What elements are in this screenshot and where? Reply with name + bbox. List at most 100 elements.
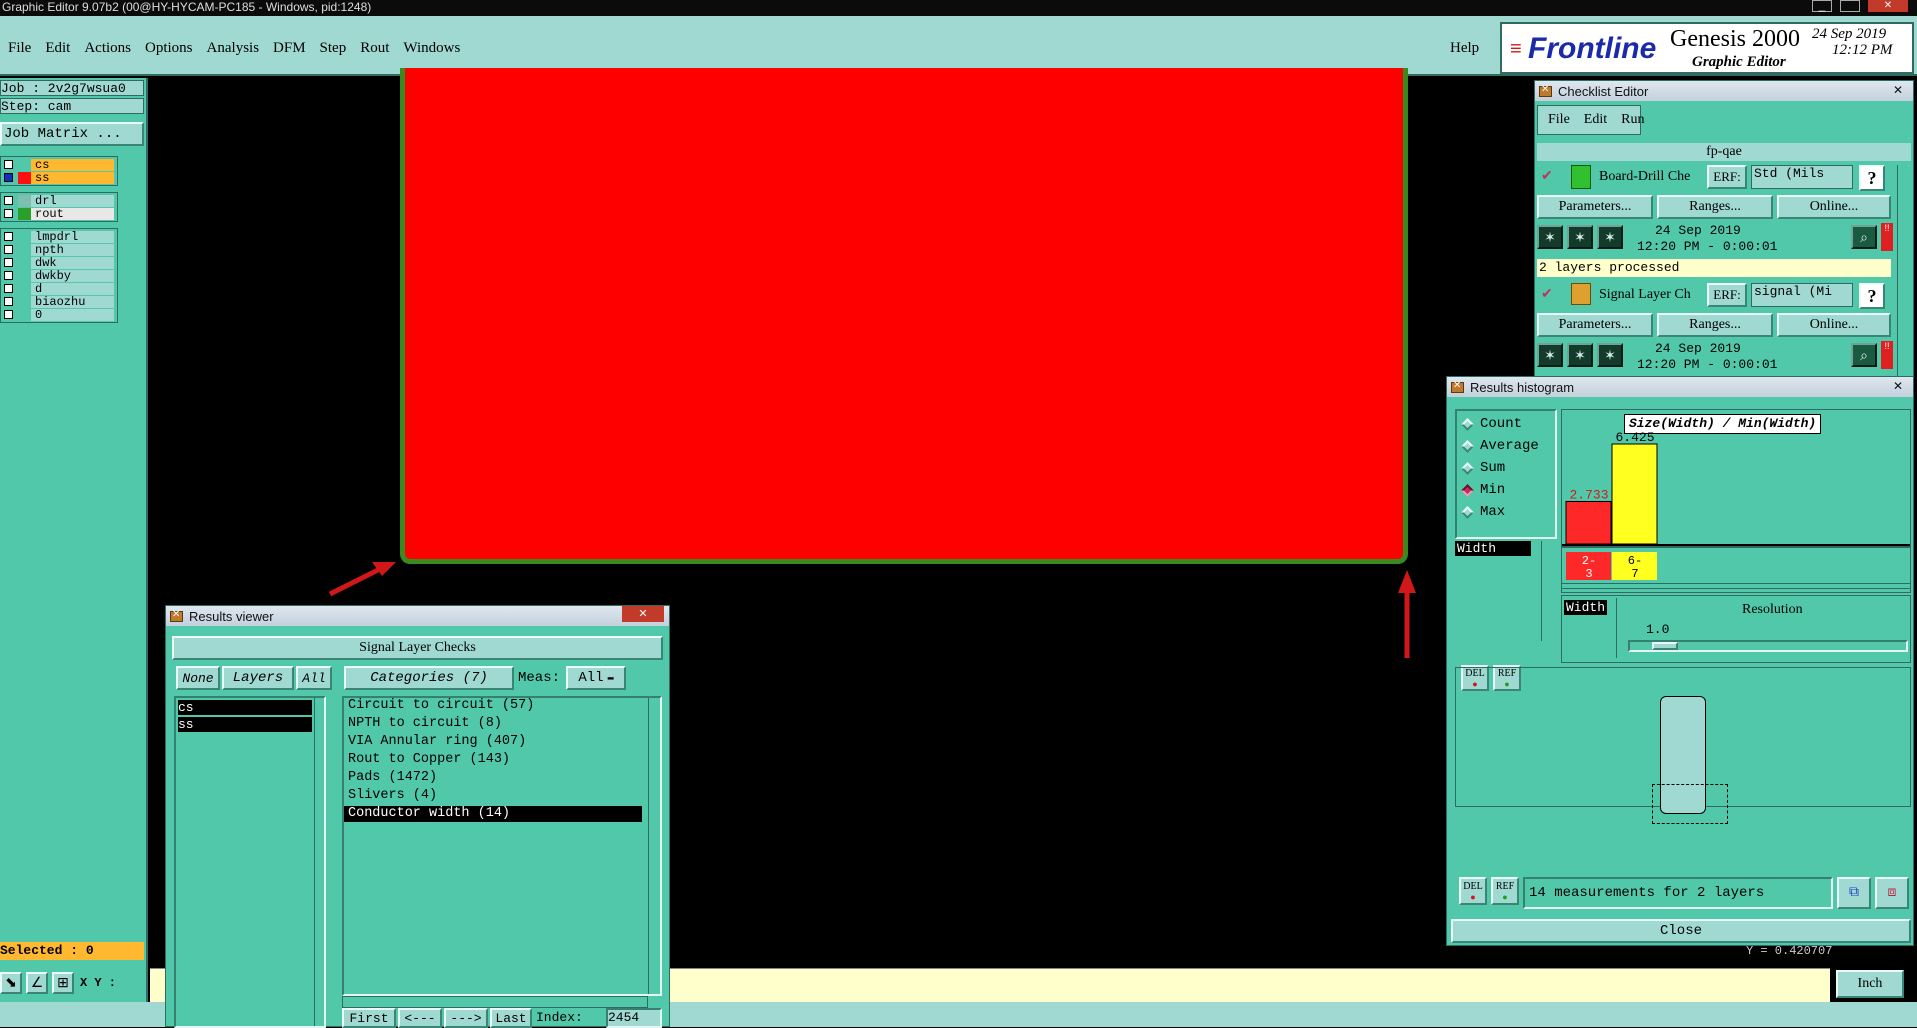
layer-list-scrollbar[interactable] (314, 698, 324, 1026)
histogram-bar[interactable] (1611, 443, 1658, 545)
attribute-list-scrollbar[interactable] (1541, 541, 1553, 641)
category-hscrollbar[interactable] (342, 996, 648, 1008)
run-step-icon[interactable]: ✶ (1567, 343, 1593, 367)
categories-button[interactable]: Categories (7) (344, 666, 514, 690)
checklist-close-icon[interactable]: ✕ (1893, 83, 1903, 97)
close-button[interactable]: Close (1451, 919, 1911, 943)
layer-checkbox[interactable] (4, 284, 13, 293)
layer-checkbox[interactable] (4, 160, 13, 169)
all-layers-button[interactable]: All (296, 666, 332, 690)
zoom-results-icon[interactable]: ⌕ (1851, 343, 1877, 367)
meas-dropdown[interactable]: All ▬ (566, 666, 626, 690)
menu-actions[interactable]: Actions (84, 40, 131, 57)
option-min[interactable]: Min (1457, 479, 1555, 501)
erf-button[interactable]: ERF: (1707, 165, 1747, 189)
attribute-list[interactable]: Width (1455, 541, 1539, 641)
layer-row[interactable]: d (1, 282, 117, 295)
zoom-results-icon[interactable]: ⌕ (1851, 225, 1877, 249)
radio-icon[interactable] (1461, 505, 1474, 519)
check-name[interactable]: Signal Layer Ch (1599, 287, 1691, 303)
category-item[interactable]: VIA Annular ring (407) (344, 734, 660, 752)
layer-checkbox[interactable] (4, 232, 13, 241)
index-input[interactable]: 2454 (606, 1008, 662, 1028)
next-button[interactable]: ---> (444, 1008, 488, 1028)
category-item[interactable]: Pads (1472) (344, 770, 660, 788)
menu-rout[interactable]: Rout (360, 40, 389, 57)
last-button[interactable]: Last (490, 1008, 532, 1028)
radio-icon[interactable] (1461, 461, 1474, 475)
menu-dfm[interactable]: DFM (273, 40, 306, 57)
option-count[interactable]: Count (1457, 413, 1555, 435)
layer-checkbox[interactable] (4, 271, 13, 280)
ref-icon[interactable]: REF ● (1491, 877, 1519, 905)
run-layer-icon[interactable]: ✶ (1597, 343, 1623, 367)
layer-row[interactable]: biaozhu (1, 295, 117, 308)
category-item[interactable]: Circuit to circuit (57) (344, 698, 660, 716)
parameters-button[interactable]: Parameters... (1537, 313, 1653, 337)
menu-edit[interactable]: Edit (45, 40, 70, 57)
layers-button[interactable]: Layers (222, 666, 294, 690)
checklist-scrollbar[interactable] (1897, 165, 1911, 379)
none-button[interactable]: None (176, 666, 220, 690)
resolution-slider[interactable] (1628, 640, 1908, 652)
layer-result-item[interactable]: ss (178, 717, 312, 732)
radio-icon[interactable] (1461, 417, 1474, 431)
minimize-icon[interactable]: _ (1812, 0, 1832, 12)
help-button[interactable]: ? (1859, 283, 1885, 309)
swap-results-icon[interactable]: ⧈ (1875, 877, 1909, 909)
menu-file[interactable]: File (8, 40, 31, 57)
layer-checkbox[interactable] (4, 258, 13, 267)
first-button[interactable]: First (342, 1008, 396, 1028)
radio-selected-icon[interactable] (1461, 483, 1474, 497)
menu-step[interactable]: Step (320, 40, 347, 57)
ranges-button[interactable]: Ranges... (1657, 195, 1773, 219)
run-layer-icon[interactable]: ✶ (1597, 225, 1623, 249)
menu-help[interactable]: Help (1450, 40, 1479, 57)
layer-checkbox[interactable] (4, 310, 13, 319)
check-enabled-icon[interactable]: ✔ (1541, 285, 1553, 302)
online-button[interactable]: Online... (1777, 195, 1891, 219)
menu-windows[interactable]: Windows (403, 40, 460, 57)
select-tool-icon[interactable]: ⬊ (0, 972, 22, 994)
resolution-scrollbar-v[interactable] (1616, 598, 1626, 658)
menu-options[interactable]: Options (145, 40, 193, 57)
ranges-button[interactable]: Ranges... (1657, 313, 1773, 337)
radio-icon[interactable] (1461, 439, 1474, 453)
layer-result-item[interactable]: cs (178, 700, 312, 715)
maximize-icon[interactable] (1840, 0, 1860, 12)
layer-row[interactable]: dwkby (1, 269, 117, 282)
erf-value[interactable]: signal (Mi (1751, 283, 1853, 307)
layer-row-cs[interactable]: cs (1, 158, 117, 171)
erf-button[interactable]: ERF: (1707, 283, 1747, 307)
menu-analysis[interactable]: Analysis (207, 40, 260, 57)
category-item[interactable]: Rout to Copper (143) (344, 752, 660, 770)
checklist-menu-edit[interactable]: Edit (1584, 112, 1607, 128)
measure-tool-icon[interactable]: ∠ (26, 972, 48, 994)
option-average[interactable]: Average (1457, 435, 1555, 457)
checklist-menu-run[interactable]: Run (1621, 112, 1644, 128)
layer-checkbox-checked[interactable] (4, 173, 13, 182)
layer-row[interactable]: 0 (1, 308, 117, 321)
layer-row-rout[interactable]: rout (1, 207, 117, 220)
del-icon[interactable]: DEL ● (1459, 877, 1487, 905)
check-enabled-icon[interactable]: ✔ (1541, 167, 1553, 184)
category-item[interactable]: NPTH to circuit (8) (344, 716, 660, 734)
category-item[interactable]: Slivers (4) (344, 788, 660, 806)
histogram-bar[interactable] (1565, 500, 1612, 545)
highlight-results-icon[interactable]: ⧉ (1837, 877, 1871, 909)
run-icon[interactable]: ✶ (1537, 225, 1563, 249)
grid-tool-icon[interactable]: ⊞ (52, 972, 74, 994)
layer-row-drl[interactable]: drl (1, 194, 117, 207)
histogram-hscrollbar[interactable] (1561, 583, 1911, 593)
option-max[interactable]: Max (1457, 501, 1555, 523)
layer-row[interactable]: dwk (1, 256, 117, 269)
parameters-button[interactable]: Parameters... (1537, 195, 1653, 219)
run-icon[interactable]: ✶ (1537, 343, 1563, 367)
layer-row[interactable]: lmpdrl (1, 230, 117, 243)
job-matrix-button[interactable]: Job Matrix ... (0, 122, 144, 146)
histogram-close-icon[interactable]: ✕ (1893, 379, 1903, 393)
layer-results-list[interactable]: cs ss (174, 696, 326, 1028)
results-viewer-close-icon[interactable]: ✕ (622, 606, 664, 622)
layer-checkbox[interactable] (4, 297, 13, 306)
units-selector[interactable]: Inch (1836, 970, 1904, 998)
